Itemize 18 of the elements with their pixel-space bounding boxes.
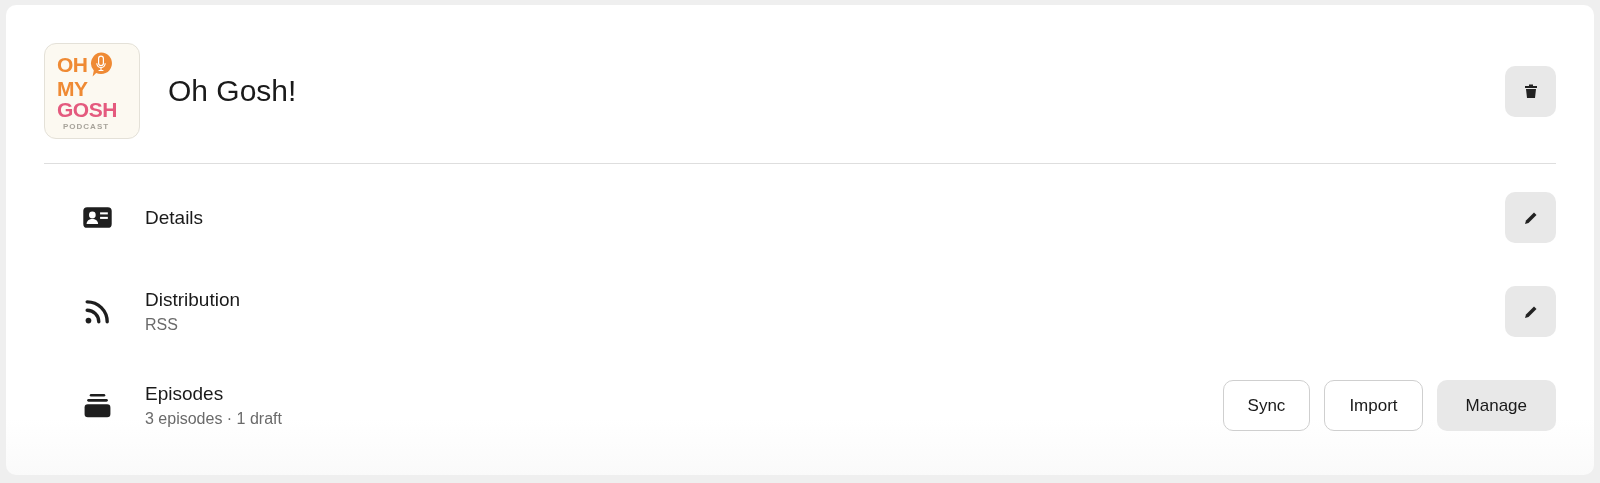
cover-text: OH	[57, 54, 88, 75]
cover-text: PODCAST	[62, 123, 111, 131]
delete-button[interactable]	[1505, 65, 1556, 117]
section-subtitle: 3 episodes · 1 draft	[145, 410, 283, 428]
edit-button[interactable]	[1505, 192, 1556, 243]
podcast-title: Oh Gosh!	[168, 74, 298, 108]
action-button[interactable]: Manage	[1436, 380, 1556, 431]
action-button[interactable]: Sync	[1222, 380, 1311, 431]
section-title: Episodes	[145, 383, 225, 405]
cover-text: MY	[57, 78, 89, 99]
cover-text: GOSH	[57, 99, 118, 120]
trash-icon	[1522, 83, 1539, 99]
action-button[interactable]: Import	[1324, 380, 1423, 431]
section-title: Distribution	[145, 289, 242, 311]
microphone-bubble-icon	[88, 51, 113, 78]
section-title: Details	[145, 206, 205, 229]
section-subtitle: RSS	[145, 316, 179, 334]
edit-button[interactable]	[1505, 286, 1556, 337]
